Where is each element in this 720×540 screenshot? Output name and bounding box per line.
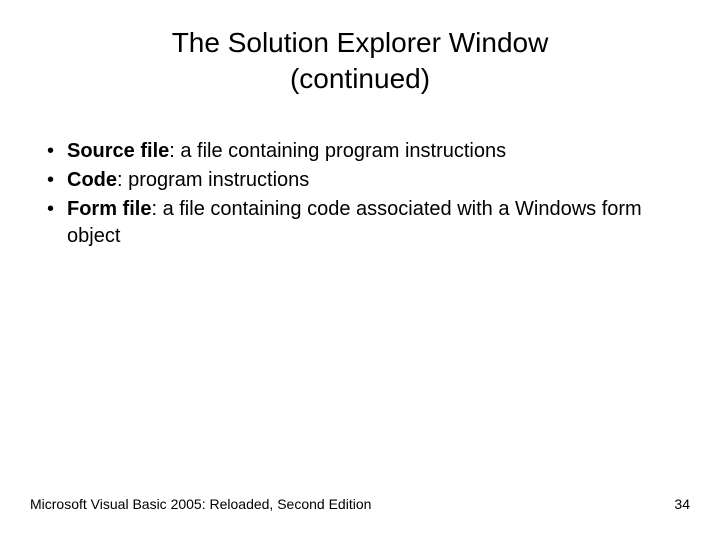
bullet-list: Source file: a file containing program i…: [45, 138, 690, 250]
term: Code: [67, 169, 117, 191]
term: Source file: [67, 140, 169, 162]
content-area: Source file: a file containing program i…: [30, 138, 690, 250]
page-number: 34: [674, 496, 690, 512]
list-item: Form file: a file containing code associ…: [45, 196, 690, 250]
list-item: Source file: a file containing program i…: [45, 138, 690, 165]
slide-container: The Solution Explorer Window (continued)…: [0, 0, 720, 540]
term: Form file: [67, 198, 151, 220]
title-line-2: (continued): [290, 63, 430, 94]
definition: : a file containing program instructions: [169, 140, 506, 162]
slide-title: The Solution Explorer Window (continued): [30, 25, 690, 98]
definition: : a file containing code associated with…: [67, 198, 642, 247]
footer-text: Microsoft Visual Basic 2005: Reloaded, S…: [30, 496, 371, 512]
list-item: Code: program instructions: [45, 167, 690, 194]
title-line-1: The Solution Explorer Window: [172, 27, 549, 58]
footer: Microsoft Visual Basic 2005: Reloaded, S…: [30, 496, 690, 512]
definition: : program instructions: [117, 169, 309, 191]
